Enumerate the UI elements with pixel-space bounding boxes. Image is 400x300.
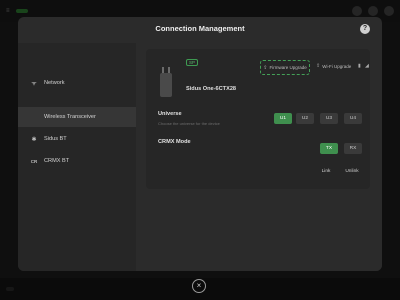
universe-title: Universe	[158, 111, 182, 117]
close-dialog-button[interactable]: ×	[192, 279, 206, 293]
unlink-button[interactable]: Unlink	[339, 166, 365, 177]
universe-option-u4[interactable]: U4	[344, 113, 362, 124]
sidebar-item-sidus-bt[interactable]: ✱ Sidus BT	[18, 129, 136, 149]
sidebar-item-label: Sidus BT	[44, 136, 67, 142]
crmx-icon: CR	[30, 158, 38, 164]
upgrade-icon: ⇪	[316, 63, 321, 69]
sidebar-item-crmx-bt[interactable]: CR CRMX BT	[18, 151, 136, 171]
wifi-upgrade-button[interactable]: ⇪ Wi-Fi Upgrade	[316, 63, 351, 69]
universe-option-u1[interactable]: U1	[274, 113, 292, 124]
device-name: Sidus One-6CTX28	[186, 86, 237, 92]
upgrade-icon: ⇪	[263, 64, 268, 71]
transceiver-icon	[30, 113, 38, 121]
sidebar-item-label: Network	[44, 80, 65, 86]
help-icon[interactable]: ?	[360, 24, 370, 34]
crmx-mode-title: CRMX Mode	[158, 139, 191, 145]
sidebar-item-label: Wireless Transceiver	[44, 114, 96, 120]
crmx-mode-tx[interactable]: TX	[320, 143, 338, 154]
universe-option-u3[interactable]: U3	[320, 113, 338, 124]
sidebar: ᯤ Network Wireless Transceiver ✱ Sidus B…	[18, 43, 136, 271]
link-button[interactable]: Link	[316, 166, 336, 177]
content-panel: SP Sidus One-6CTX28 ⇪ Firmware Upgrade ⇪…	[136, 43, 382, 271]
signal-icon: ◢	[365, 63, 369, 69]
sidebar-item-label: CRMX BT	[44, 158, 70, 164]
sidebar-item-network[interactable]: ᯤ Network	[18, 73, 136, 93]
firmware-upgrade-button[interactable]: ⇪ Firmware Upgrade	[260, 60, 310, 75]
wifi-upgrade-label: Wi-Fi Upgrade	[322, 63, 352, 69]
universe-option-u2[interactable]: U2	[296, 113, 314, 124]
dialog-title: Connection Management	[155, 24, 245, 33]
crmx-mode-rx[interactable]: RX	[344, 143, 362, 154]
firmware-upgrade-label: Firmware Upgrade	[269, 65, 307, 70]
sidebar-item-wireless-transceiver[interactable]: Wireless Transceiver	[18, 107, 136, 127]
battery-icon: ▮	[358, 63, 361, 69]
device-card: SP Sidus One-6CTX28 ⇪ Firmware Upgrade ⇪…	[146, 49, 370, 189]
connection-management-dialog: Connection Management ? ᯤ Network Wirele…	[18, 17, 382, 271]
wifi-icon: ᯤ	[31, 81, 37, 87]
bluetooth-icon: ✱	[31, 136, 37, 143]
device-image	[156, 67, 176, 101]
universe-subtitle: Choose the universe for the device	[158, 121, 220, 126]
device-badge: SP	[186, 59, 199, 66]
